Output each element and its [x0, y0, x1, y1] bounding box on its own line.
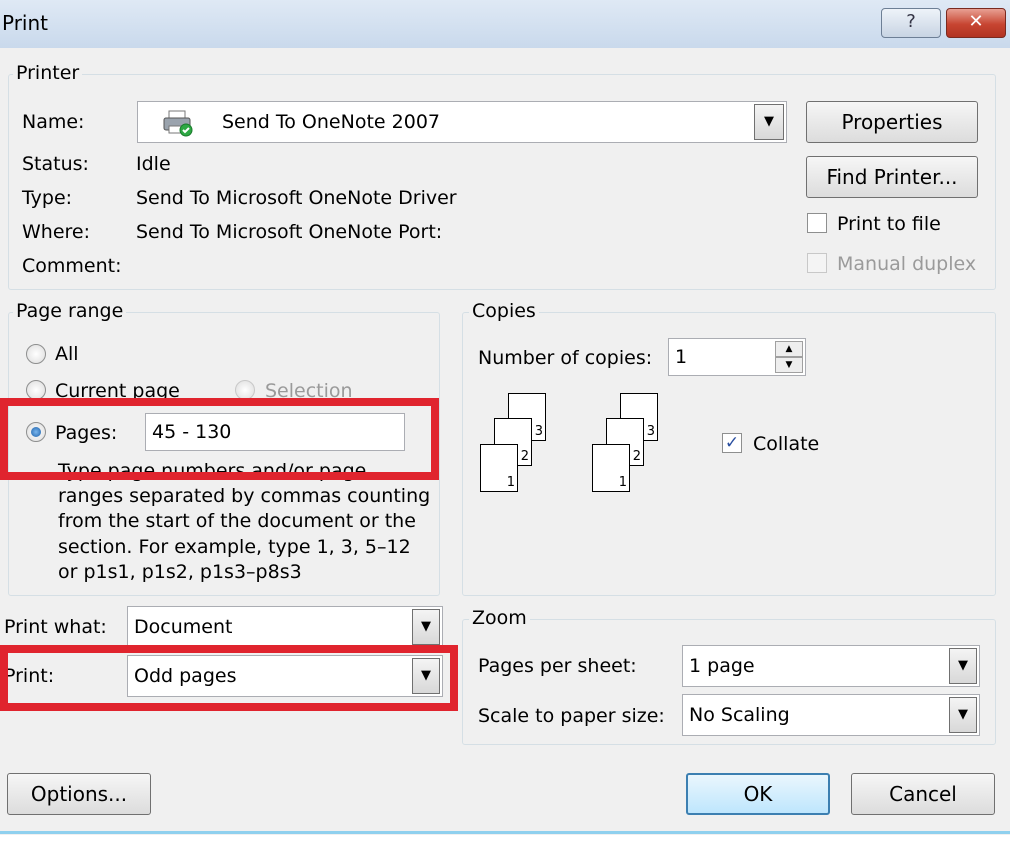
scale-to-paper-size-dropdown-button[interactable]: ▼ — [949, 697, 977, 733]
number-of-copies-spinner[interactable]: 1 ▲ ▼ — [668, 338, 806, 376]
pages-highlight-box — [0, 398, 439, 480]
title-bar: Print ? ✕ — [0, 0, 1010, 48]
copies-legend: Copies — [469, 300, 539, 322]
collate-set-1-page-1: 1 — [480, 444, 518, 492]
dropdown-arrow-icon: ▼ — [958, 658, 968, 673]
printer-name-combobox[interactable]: Send To OneNote 2007 ▼ — [137, 101, 787, 143]
print-to-file-checkbox[interactable] — [807, 213, 827, 233]
manual-duplex-checkbox — [807, 253, 827, 273]
find-printer-button[interactable]: Find Printer... — [806, 156, 978, 198]
options-button[interactable]: Options... — [7, 773, 151, 815]
scale-to-paper-size-label: Scale to paper size: — [478, 705, 665, 727]
printer-legend: Printer — [13, 62, 83, 84]
page-range-help-line-3: from the start of the document or the — [58, 510, 416, 532]
number-of-copies-label: Number of copies: — [478, 347, 653, 369]
type-label: Type: — [22, 187, 73, 209]
spinner-down-icon[interactable]: ▼ — [775, 357, 803, 373]
status-value: Idle — [136, 153, 171, 175]
print-dialog: Print ? ✕ Printer Name: Send To OneNote … — [0, 0, 1010, 835]
scale-to-paper-size-value: No Scaling — [689, 704, 790, 726]
collate-label[interactable]: Collate — [753, 433, 819, 455]
current-page-radio[interactable] — [26, 380, 46, 400]
where-value: Send To Microsoft OneNote Port: — [136, 221, 443, 243]
help-button[interactable]: ? — [881, 8, 941, 38]
type-value: Send To Microsoft OneNote Driver — [136, 187, 457, 209]
page-range-help-line-4: section. For example, type 1, 3, 5–12 — [58, 536, 411, 558]
page-range-help-line-2: ranges separated by commas counting — [58, 485, 431, 507]
print-what-value: Document — [134, 616, 233, 638]
properties-button[interactable]: Properties — [806, 101, 978, 143]
print-to-file-label[interactable]: Print to file — [837, 213, 941, 235]
status-label: Status: — [22, 153, 89, 175]
close-button[interactable]: ✕ — [946, 8, 1006, 38]
spinner-up-icon[interactable]: ▲ — [775, 341, 803, 357]
pages-per-sheet-dropdown-button[interactable]: ▼ — [949, 648, 977, 684]
all-pages-label[interactable]: All — [55, 343, 79, 365]
where-label: Where: — [22, 221, 91, 243]
window-bottom-border — [0, 831, 1010, 834]
question-icon: ? — [906, 11, 916, 32]
dropdown-arrow-icon: ▼ — [764, 114, 774, 129]
close-icon: ✕ — [968, 11, 984, 32]
printer-icon — [162, 109, 194, 137]
print-highlight-box — [0, 645, 458, 711]
print-what-dropdown-button[interactable]: ▼ — [412, 609, 440, 645]
dropdown-arrow-icon: ▼ — [958, 707, 968, 722]
collate-pages-icon: 3 2 1 3 2 1 — [478, 390, 678, 500]
dialog-title: Print — [2, 11, 49, 35]
page-range-help-line-5: or p1s1, p1s2, p1s3–p8s3 — [58, 561, 302, 583]
collate-checkbox[interactable]: ✓ — [722, 433, 742, 453]
check-icon: ✓ — [724, 433, 740, 453]
all-pages-radio[interactable] — [26, 344, 46, 364]
print-what-label: Print what: — [4, 616, 107, 638]
printer-name-value: Send To OneNote 2007 — [222, 111, 440, 133]
selection-radio — [235, 380, 255, 400]
pages-per-sheet-combobox[interactable]: 1 page ▼ — [682, 645, 980, 687]
ok-button[interactable]: OK — [686, 773, 830, 815]
manual-duplex-label: Manual duplex — [837, 253, 977, 275]
page-range-legend: Page range — [13, 300, 127, 322]
dropdown-arrow-icon: ▼ — [421, 619, 431, 634]
scale-to-paper-size-combobox[interactable]: No Scaling ▼ — [682, 694, 980, 736]
pages-per-sheet-value: 1 page — [689, 655, 755, 677]
printer-name-dropdown-button[interactable]: ▼ — [754, 104, 784, 140]
zoom-legend: Zoom — [469, 607, 530, 629]
print-what-combobox[interactable]: Document ▼ — [127, 606, 443, 648]
number-of-copies-value: 1 — [675, 346, 688, 368]
collate-set-2-page-1: 1 — [592, 444, 630, 492]
printer-name-label: Name: — [22, 111, 85, 133]
comment-label: Comment: — [22, 255, 122, 277]
pages-per-sheet-label: Pages per sheet: — [478, 655, 637, 677]
cancel-button[interactable]: Cancel — [851, 773, 995, 815]
